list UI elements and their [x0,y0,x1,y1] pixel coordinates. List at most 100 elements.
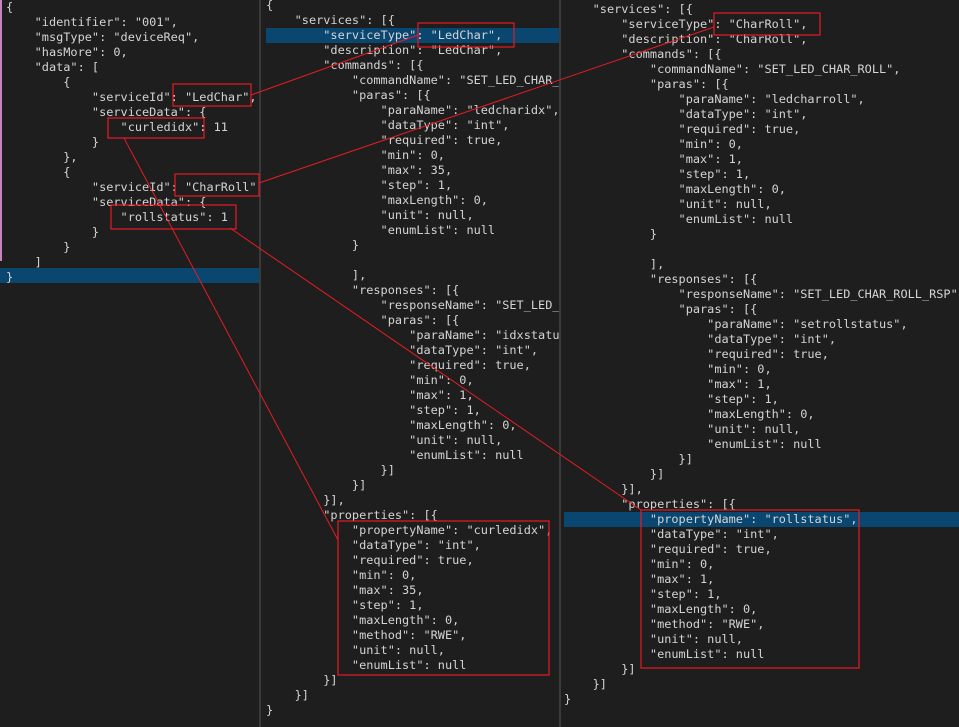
code-line[interactable]: "dataType": "int", [564,332,959,347]
code-line[interactable]: "serviceData": { [6,105,259,120]
code-line[interactable]: } [6,270,259,285]
code-line[interactable]: "commands": [{ [564,47,959,62]
code-line[interactable]: } [6,225,259,240]
code-line[interactable]: "max": 35, [266,163,559,178]
code-line[interactable]: "maxLength": 0, [266,613,559,628]
code-line[interactable]: "max": 1, [564,572,959,587]
code-line[interactable]: "dataType": "int", [564,107,959,122]
code-line[interactable]: "services": [{ [266,13,559,28]
code-line[interactable]: } [564,227,959,242]
code-line[interactable]: "dataType": "int", [266,343,559,358]
code-line[interactable]: "hasMore": 0, [6,45,259,60]
code-line[interactable]: { [266,0,559,13]
code-line[interactable]: "responseName": "SET_LED_CHAR_ROLL_RSP", [564,287,959,302]
code-line[interactable]: "enumList": null [564,212,959,227]
code-line[interactable]: "unit": null, [564,632,959,647]
code-line[interactable]: "required": true, [266,358,559,373]
code-line[interactable]: "min": 0, [564,557,959,572]
code-line[interactable]: ] [6,255,259,270]
json-code-middle[interactable]: { "services": [{ "serviceType": "LedChar… [266,0,559,718]
code-line[interactable]: "commandName": "SET_LED_CHAR_ROLL", [564,62,959,77]
code-line[interactable]: "responseName": "SET_LED_C [266,298,559,313]
code-line[interactable]: "propertyName": "curledidx", [266,523,559,538]
pane-divider[interactable] [559,0,561,727]
code-line[interactable]: "enumList": null [266,658,559,673]
editor-pane-middle[interactable]: { "services": [{ "serviceType": "LedChar… [262,0,559,727]
code-line[interactable]: "maxLength": 0, [564,182,959,197]
code-line[interactable]: "dataType": "int", [564,527,959,542]
code-line[interactable]: "serviceType": "LedChar", [266,28,559,43]
code-line[interactable] [564,242,959,257]
code-line[interactable]: "commands": [{ [266,58,559,73]
code-line[interactable]: "min": 0, [266,148,559,163]
code-line[interactable]: { [6,165,259,180]
code-line[interactable]: "properties": [{ [266,508,559,523]
code-line[interactable]: "paras": [{ [266,88,559,103]
code-line[interactable]: "min": 0, [564,362,959,377]
code-line[interactable]: "unit": null, [564,197,959,212]
code-line[interactable]: "max": 1, [564,377,959,392]
editor-pane-right[interactable]: "services": [{ "serviceType": "CharRoll"… [562,0,959,727]
code-line[interactable]: } [6,135,259,150]
code-line[interactable]: { [6,75,259,90]
code-line[interactable]: "required": true, [564,347,959,362]
code-line[interactable]: "serviceType": "CharRoll", [564,17,959,32]
code-line[interactable]: "max": 35, [266,583,559,598]
code-line[interactable]: }], [564,482,959,497]
code-line[interactable]: "maxLength": 0, [564,407,959,422]
code-line[interactable]: }, [6,150,259,165]
code-line[interactable]: "serviceData": { [6,195,259,210]
code-line[interactable]: "required": true, [564,122,959,137]
code-line[interactable]: }] [564,452,959,467]
code-line[interactable]: "curledidx": 11 [6,120,259,135]
code-line[interactable]: "responses": [{ [564,272,959,287]
code-line[interactable]: "enumList": null [266,448,559,463]
code-line[interactable]: "unit": null, [266,433,559,448]
code-line[interactable]: } [6,240,259,255]
code-line[interactable]: }] [564,662,959,677]
code-line[interactable]: }] [266,478,559,493]
code-line[interactable]: "min": 0, [266,373,559,388]
code-line[interactable]: }] [266,673,559,688]
code-line[interactable]: } [266,238,559,253]
code-line[interactable]: "enumList": null [564,647,959,662]
code-line[interactable]: "required": true, [564,542,959,557]
editor-pane-left[interactable]: { "identifier": "001", "msgType": "devic… [0,0,259,727]
code-line[interactable]: }] [564,467,959,482]
code-line[interactable]: "maxLength": 0, [266,193,559,208]
code-line[interactable]: "data": [ [6,60,259,75]
code-line[interactable]: "required": true, [266,133,559,148]
code-line[interactable]: "rollstatus": 1 [6,210,259,225]
code-line[interactable]: }] [266,463,559,478]
code-line[interactable]: "dataType": "int", [266,538,559,553]
code-line[interactable]: "services": [{ [564,2,959,17]
code-line[interactable]: "method": "RWE", [564,617,959,632]
code-line[interactable]: { [6,0,259,15]
code-line[interactable]: "paras": [{ [564,302,959,317]
code-line[interactable]: "step": 1, [564,587,959,602]
code-line[interactable]: ], [266,268,559,283]
code-line[interactable]: }], [266,493,559,508]
code-line[interactable]: "method": "RWE", [266,628,559,643]
code-line[interactable]: } [564,692,959,707]
pane-divider[interactable] [259,0,261,727]
code-line[interactable]: "max": 1, [564,152,959,167]
json-code-left[interactable]: { "identifier": "001", "msgType": "devic… [6,0,259,285]
code-line[interactable]: }] [564,677,959,692]
code-line[interactable]: "step": 1, [266,178,559,193]
code-line[interactable]: "required": true, [266,553,559,568]
code-line[interactable]: "step": 1, [266,403,559,418]
code-line[interactable]: "step": 1, [564,167,959,182]
code-line[interactable]: "responses": [{ [266,283,559,298]
code-line[interactable]: "maxLength": 0, [266,418,559,433]
code-line[interactable]: "description": "LedChar", [266,43,559,58]
code-line[interactable]: "msgType": "deviceReq", [6,30,259,45]
code-line[interactable]: "paras": [{ [564,77,959,92]
code-line[interactable]: "propertyName": "rollstatus", [564,512,959,527]
code-line[interactable]: "enumList": null [266,223,559,238]
code-line[interactable]: "paraName": "idxstatus [266,328,559,343]
code-line[interactable]: "enumList": null [564,437,959,452]
code-line[interactable]: } [266,703,559,718]
code-line[interactable]: "paras": [{ [266,313,559,328]
code-line[interactable]: "dataType": "int", [266,118,559,133]
